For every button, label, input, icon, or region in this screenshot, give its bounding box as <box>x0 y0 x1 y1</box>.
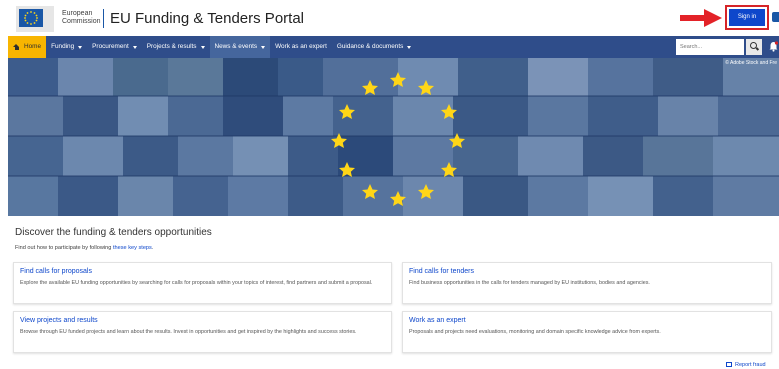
report-fraud-link[interactable]: Report fraud <box>726 362 766 368</box>
red-arrow-icon <box>680 9 722 27</box>
nav-home-label: Home <box>24 43 42 50</box>
image-credit: © Adobe Stock and Fre <box>725 60 777 66</box>
commission-name: European Commission <box>62 10 101 26</box>
card-find-calls-tenders[interactable]: Find calls for tenders Find business opp… <box>402 262 772 304</box>
nav-news-events-label: News & events <box>214 43 258 50</box>
report-fraud-label: Report fraud <box>735 362 766 368</box>
discover-subtitle-suffix: . <box>151 245 154 251</box>
nav-funding-label: Funding <box>51 43 75 50</box>
nav-procurement-label: Procurement <box>92 43 129 50</box>
photo-tiles <box>8 58 779 216</box>
card-title[interactable]: Find calls for tenders <box>409 268 765 275</box>
card-description: Proposals and projects need evaluations,… <box>409 329 661 335</box>
chevron-down-icon <box>132 45 137 49</box>
nav-news-events[interactable]: News & events <box>209 36 271 58</box>
card-description: Find business opportunities in the calls… <box>409 280 650 286</box>
nav-projects-results[interactable]: Projects & results <box>142 36 210 58</box>
sign-in-highlight: Sign in <box>725 5 769 30</box>
notification-bell-icon[interactable] <box>769 41 778 52</box>
card-description: Explore the available EU funding opportu… <box>20 280 373 286</box>
card-work-as-expert[interactable]: Work as an expert Proposals and projects… <box>402 311 772 353</box>
nav-home[interactable]: Home <box>8 36 47 58</box>
search-button[interactable] <box>746 39 762 55</box>
card-view-projects-results[interactable]: View projects and results Browse through… <box>13 311 392 353</box>
discover-subtitle-prefix: Find out how to participate by following <box>15 245 112 251</box>
hero-banner: © Adobe Stock and Fre <box>8 58 779 216</box>
discover-subtitle: Find out how to participate by following… <box>15 245 153 251</box>
nav-projects-results-label: Projects & results <box>146 43 197 50</box>
chevron-down-icon <box>78 45 83 49</box>
sign-in-button[interactable]: Sign in <box>729 9 765 26</box>
nav-guidance-documents-label: Guidance & documents <box>336 43 404 50</box>
chevron-down-icon <box>261 45 266 49</box>
main-nav: Home Funding Procurement Projects & resu… <box>8 36 779 58</box>
nav-funding[interactable]: Funding <box>46 36 87 58</box>
chat-icon[interactable] <box>772 12 779 22</box>
commission-line2: Commission <box>62 18 101 25</box>
top-header: European Commission EU Funding & Tenders… <box>0 0 779 36</box>
commission-line1: European <box>62 10 93 17</box>
discover-title: Discover the funding & tenders opportuni… <box>15 227 212 238</box>
hero-photo-collage <box>8 58 779 216</box>
card-title[interactable]: View projects and results <box>20 317 385 324</box>
key-steps-link[interactable]: these key steps <box>113 245 152 251</box>
nav-work-as-expert[interactable]: Work as an expert <box>270 36 332 58</box>
card-description: Browse through EU funded projects and le… <box>20 329 357 335</box>
nav-guidance-documents[interactable]: Guidance & documents <box>332 36 416 58</box>
search-icon <box>750 42 757 49</box>
chevron-down-icon <box>407 45 412 49</box>
home-icon <box>13 44 20 50</box>
nav-procurement[interactable]: Procurement <box>87 36 142 58</box>
card-title[interactable]: Work as an expert <box>409 317 765 324</box>
eu-flag-logo[interactable] <box>16 6 54 32</box>
title-divider <box>103 9 104 28</box>
search-box <box>676 39 764 55</box>
nav-work-as-expert-label: Work as an expert <box>275 43 327 50</box>
search-input[interactable] <box>676 39 744 55</box>
chevron-down-icon <box>200 45 205 49</box>
card-find-calls-proposals[interactable]: Find calls for proposals Explore the ava… <box>13 262 392 304</box>
report-fraud-icon <box>726 362 732 368</box>
card-title[interactable]: Find calls for proposals <box>20 268 385 275</box>
portal-title[interactable]: EU Funding & Tenders Portal <box>110 10 304 27</box>
